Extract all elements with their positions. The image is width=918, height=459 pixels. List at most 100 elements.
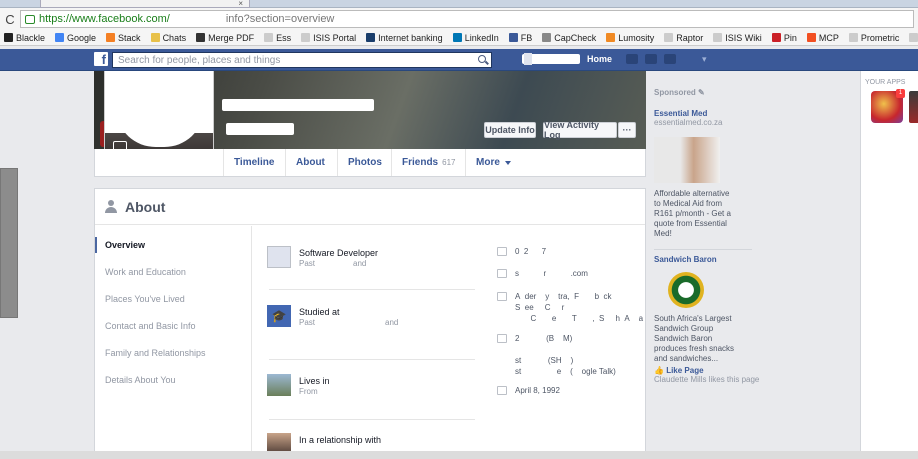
contacts-icon xyxy=(497,334,507,343)
profile-tabs: Timeline About Photos Friends 617 More xyxy=(94,149,646,177)
ad-title[interactable]: Sandwich Baron xyxy=(654,255,759,264)
bookmark-item[interactable]: Satrix xyxy=(909,33,918,43)
bookmark-label: Prometric xyxy=(860,32,900,43)
bookmark-item[interactable]: Merge PDF xyxy=(196,33,254,43)
settings-dropdown-icon[interactable]: ▾ xyxy=(702,54,707,65)
tab-label: About xyxy=(296,157,325,168)
lives-in-icon[interactable] xyxy=(267,374,291,396)
about-nav-item[interactable]: Work and Education xyxy=(95,264,186,280)
bookmark-label: LinkedIn xyxy=(464,32,499,43)
entry-title[interactable]: Lives in xyxy=(299,376,330,386)
about-nav-item[interactable]: Places You've Lived xyxy=(95,291,185,307)
bookmark-item[interactable]: Blackle xyxy=(4,33,45,43)
ad-essential-med[interactable]: Essential Med essentialmed.co.za Afforda… xyxy=(654,109,736,239)
view-activity-log-button[interactable]: View Activity Log xyxy=(543,120,617,140)
search-input[interactable]: Search for people, places and things xyxy=(112,52,492,68)
bookmark-label: Pin xyxy=(783,32,797,43)
bookmark-item[interactable]: Ess xyxy=(264,33,291,43)
ad-image-doctor[interactable] xyxy=(654,137,720,183)
bookmark-icon xyxy=(4,33,13,42)
phone-icon xyxy=(497,247,507,256)
work-icon[interactable] xyxy=(267,246,291,268)
bookmark-item[interactable]: CapCheck xyxy=(542,33,596,43)
sponsored-label: Sponsored ✎ xyxy=(654,88,705,97)
facebook-logo-icon[interactable]: f xyxy=(94,52,108,67)
tab-label: Timeline xyxy=(234,157,275,168)
bookmark-item[interactable]: ISIS Portal xyxy=(301,33,356,43)
bookmark-item[interactable]: Raptor xyxy=(664,33,703,43)
tab-more[interactable]: More xyxy=(465,149,521,176)
bookmark-item[interactable]: FB xyxy=(508,32,533,43)
education-icon[interactable]: 🎓 xyxy=(267,305,291,327)
ad-image-logo[interactable] xyxy=(668,272,704,308)
bookmark-item[interactable]: Chats xyxy=(150,32,187,43)
bookmark-label: Blackle xyxy=(16,32,46,43)
friend-requests-icon[interactable] xyxy=(626,54,638,64)
ad-title[interactable]: Essential Med xyxy=(654,109,736,118)
ad-url[interactable]: essentialmed.co.za xyxy=(654,118,736,127)
url-field[interactable]: https://www.facebook.com/ info?section=o… xyxy=(20,10,914,28)
tab-photos[interactable]: Photos xyxy=(337,149,392,176)
bookmark-item[interactable]: Lumosity xyxy=(606,33,654,43)
bookmark-icon xyxy=(264,33,274,42)
lock-icon xyxy=(25,14,35,24)
bookmark-label: ISIS Portal xyxy=(313,32,357,43)
about-nav-item[interactable]: Contact and Basic Info xyxy=(95,318,196,334)
more-options-button[interactable]: ··· xyxy=(618,122,636,138)
bookmark-item[interactable]: ISIS Wiki xyxy=(713,33,762,43)
bookmark-item[interactable]: Pin xyxy=(771,32,797,43)
like-page-button[interactable]: 👍 Like Page xyxy=(654,366,759,375)
bookmarks-bar: Blackle Google Stack Chats Merge PDF Ess ISIS … xyxy=(0,30,918,46)
url-path: info?section=overview xyxy=(225,13,335,25)
bookmark-item[interactable]: Stack xyxy=(106,33,141,43)
bookmark-icon xyxy=(196,33,206,42)
bookmark-label: CapCheck xyxy=(554,32,597,43)
ad-sandwich-baron[interactable]: Sandwich Baron South Africa's Largest Sa… xyxy=(654,255,759,385)
search-icon[interactable] xyxy=(478,55,486,63)
user-avatar[interactable] xyxy=(524,53,532,65)
bookmark-label: Chats xyxy=(162,32,187,43)
bookmark-icon xyxy=(909,33,918,42)
entry-subtitle: Past xyxy=(299,318,316,327)
about-nav-item[interactable]: Details About You xyxy=(95,372,176,388)
candy-crush-app-icon[interactable]: 1 xyxy=(871,89,905,123)
about-nav-item[interactable]: Overview xyxy=(95,237,145,253)
entry-title[interactable]: In a relationship with xyxy=(299,435,381,445)
entry-subtitle: From xyxy=(299,387,318,396)
bottom-bar xyxy=(0,451,918,459)
tab-timeline[interactable]: Timeline xyxy=(223,149,284,176)
messages-icon[interactable] xyxy=(645,54,657,64)
notifications-icon[interactable] xyxy=(664,54,676,64)
contact-line: st e ( ogle Talk) xyxy=(515,367,616,376)
tab-about[interactable]: About xyxy=(285,149,335,176)
home-link[interactable]: Home xyxy=(587,54,612,64)
app-badge: 1 xyxy=(896,89,905,98)
bookmark-item[interactable]: Internet banking xyxy=(366,33,443,43)
entry-title[interactable]: Studied at xyxy=(299,307,340,317)
bookmark-label: Merge PDF xyxy=(208,32,255,43)
reload-icon[interactable]: C xyxy=(0,12,20,27)
browser-tab[interactable]: × xyxy=(40,0,250,8)
contact-item: 2 (B M) st (SH ) st e ( ogle Talk) xyxy=(497,333,637,377)
entry-title[interactable]: Software Developer xyxy=(299,248,378,258)
birthday-icon xyxy=(497,386,507,395)
bookmark-label: MCP xyxy=(818,32,839,43)
bookmark-item[interactable]: MCP xyxy=(806,32,839,43)
tab-friends[interactable]: Friends 617 xyxy=(391,149,465,176)
update-info-button[interactable]: Update Info xyxy=(484,122,536,138)
ad-text: Affordable alternative to Medical Aid fr… xyxy=(654,189,731,238)
bookmark-item[interactable]: Prometric xyxy=(848,32,900,43)
bookmark-icon xyxy=(366,33,376,42)
bookmark-label: Lumosity xyxy=(618,32,655,43)
contact-line: 0 2 7 xyxy=(515,247,547,256)
about-nav-item[interactable]: Family and Relationships xyxy=(95,345,206,361)
app-icon[interactable] xyxy=(909,91,918,123)
bookmark-icon xyxy=(508,33,518,42)
bookmark-item[interactable]: LinkedIn xyxy=(452,32,499,43)
contact-line: st (SH ) xyxy=(515,356,574,365)
tab-close-icon[interactable]: × xyxy=(238,0,243,8)
bookmark-label: FB xyxy=(520,32,533,43)
bookmark-item[interactable]: Google xyxy=(55,33,96,43)
bookmark-icon xyxy=(713,33,723,42)
bookmark-label: Internet banking xyxy=(378,32,443,43)
